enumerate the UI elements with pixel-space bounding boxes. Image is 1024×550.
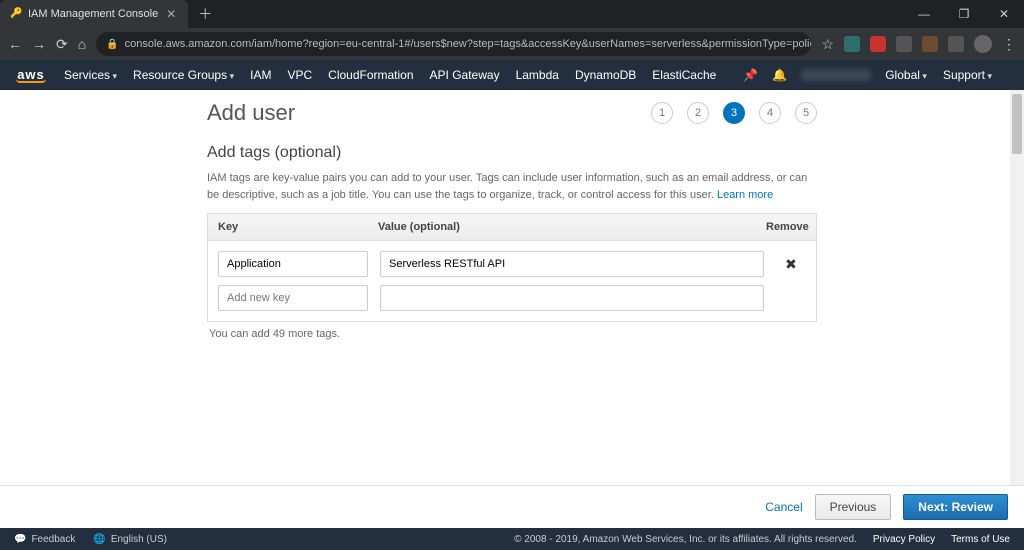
tag-value-input-new[interactable]	[380, 285, 764, 311]
browser-toolbar: ← → ⟳ ⌂ 🔒 console.aws.amazon.com/iam/hom…	[0, 28, 1024, 60]
nav-api-gateway[interactable]: API Gateway	[430, 68, 500, 82]
browser-tab-strip: 🔑 IAM Management Console ✕ ＋ — ❐ ✕	[0, 0, 1024, 28]
speech-bubble-icon: 💬	[14, 534, 26, 545]
wizard-steps: 1 2 3 4 5	[651, 102, 817, 124]
nav-region[interactable]: Global	[885, 68, 927, 82]
tag-row: ✖	[218, 251, 806, 277]
wizard-step-2[interactable]: 2	[687, 102, 709, 124]
aws-footer: 💬 Feedback 🌐 English (US) © 2008 - 2019,…	[0, 528, 1024, 550]
bookmark-star-icon[interactable]: ☆	[821, 36, 834, 53]
tag-key-input-new[interactable]	[218, 285, 368, 311]
copyright-text: © 2008 - 2019, Amazon Web Services, Inc.…	[514, 534, 857, 545]
col-header-value: Value (optional)	[368, 214, 756, 240]
aws-logo[interactable]: aws	[16, 67, 46, 83]
tab-close-icon[interactable]: ✕	[166, 7, 176, 21]
nav-vpc[interactable]: VPC	[287, 68, 312, 82]
section-title: Add tags (optional)	[207, 144, 817, 162]
window-minimize-button[interactable]: —	[904, 0, 944, 28]
notifications-icon[interactable]: 🔔	[772, 68, 787, 82]
remove-tag-icon[interactable]: ✖	[776, 256, 806, 273]
globe-icon: 🌐	[93, 534, 105, 545]
page-body: Add user 1 2 3 4 5 Add tags (optional) I…	[0, 90, 1024, 485]
window-close-button[interactable]: ✕	[984, 0, 1024, 28]
next-review-button[interactable]: Next: Review	[903, 494, 1008, 520]
tab-favicon: 🔑	[10, 8, 22, 20]
extension-icon[interactable]	[844, 36, 860, 52]
cancel-button[interactable]: Cancel	[765, 500, 802, 514]
wizard-step-4[interactable]: 4	[759, 102, 781, 124]
browser-home-button[interactable]: ⌂	[78, 36, 86, 52]
terms-of-use-link[interactable]: Terms of Use	[951, 534, 1010, 545]
tab-title: IAM Management Console	[28, 8, 158, 20]
feedback-link[interactable]: 💬 Feedback	[14, 534, 75, 545]
tag-value-input[interactable]	[380, 251, 764, 277]
tag-row-new	[218, 285, 806, 311]
browser-tab[interactable]: 🔑 IAM Management Console ✕	[0, 0, 188, 28]
extension-icon[interactable]	[948, 36, 964, 52]
browser-menu-icon[interactable]: ⋮	[1002, 36, 1016, 53]
learn-more-link[interactable]: Learn more	[717, 189, 773, 201]
privacy-policy-link[interactable]: Privacy Policy	[873, 534, 935, 545]
tag-key-input[interactable]	[218, 251, 368, 277]
nav-resource-groups[interactable]: Resource Groups	[133, 68, 234, 82]
address-bar[interactable]: 🔒 console.aws.amazon.com/iam/home?region…	[96, 32, 811, 56]
lock-icon: 🔒	[106, 39, 118, 50]
account-menu[interactable]	[801, 69, 871, 81]
extension-icon[interactable]	[896, 36, 912, 52]
previous-button[interactable]: Previous	[815, 494, 892, 520]
window-maximize-button[interactable]: ❐	[944, 0, 984, 28]
wizard-step-5[interactable]: 5	[795, 102, 817, 124]
section-description: IAM tags are key-value pairs you can add…	[207, 170, 817, 203]
extension-icon[interactable]	[922, 36, 938, 52]
tags-table: Key Value (optional) Remove ✖	[207, 213, 817, 322]
new-tab-button[interactable]: ＋	[198, 4, 212, 24]
wizard-step-1[interactable]: 1	[651, 102, 673, 124]
nav-support[interactable]: Support	[943, 68, 992, 82]
col-header-key: Key	[208, 214, 368, 240]
col-header-remove: Remove	[756, 214, 816, 240]
scrollbar-thumb[interactable]	[1012, 94, 1022, 154]
nav-iam[interactable]: IAM	[250, 68, 271, 82]
url-text: console.aws.amazon.com/iam/home?region=e…	[125, 38, 812, 50]
wizard-action-bar: Cancel Previous Next: Review	[0, 485, 1024, 528]
aws-top-nav: aws Services Resource Groups IAM VPC Clo…	[0, 60, 1024, 90]
nav-dynamodb[interactable]: DynamoDB	[575, 68, 636, 82]
window-controls: — ❐ ✕	[904, 0, 1024, 28]
wizard-step-3[interactable]: 3	[723, 102, 745, 124]
nav-lambda[interactable]: Lambda	[516, 68, 559, 82]
browser-reload-button[interactable]: ⟳	[56, 36, 68, 53]
language-selector[interactable]: 🌐 English (US)	[93, 534, 167, 545]
profile-avatar[interactable]	[974, 35, 992, 53]
nav-elasticache[interactable]: ElastiCache	[652, 68, 716, 82]
browser-forward-button[interactable]: →	[32, 36, 46, 52]
vertical-scrollbar[interactable]	[1010, 90, 1024, 485]
nav-services[interactable]: Services	[64, 68, 117, 82]
more-tags-message: You can add 49 more tags.	[207, 328, 817, 340]
extension-icon[interactable]	[870, 36, 886, 52]
page-title: Add user	[207, 100, 295, 126]
pin-icon[interactable]: 📌	[743, 68, 758, 82]
tags-table-header: Key Value (optional) Remove	[208, 214, 816, 241]
nav-cloudformation[interactable]: CloudFormation	[328, 68, 413, 82]
browser-back-button[interactable]: ←	[8, 36, 22, 52]
